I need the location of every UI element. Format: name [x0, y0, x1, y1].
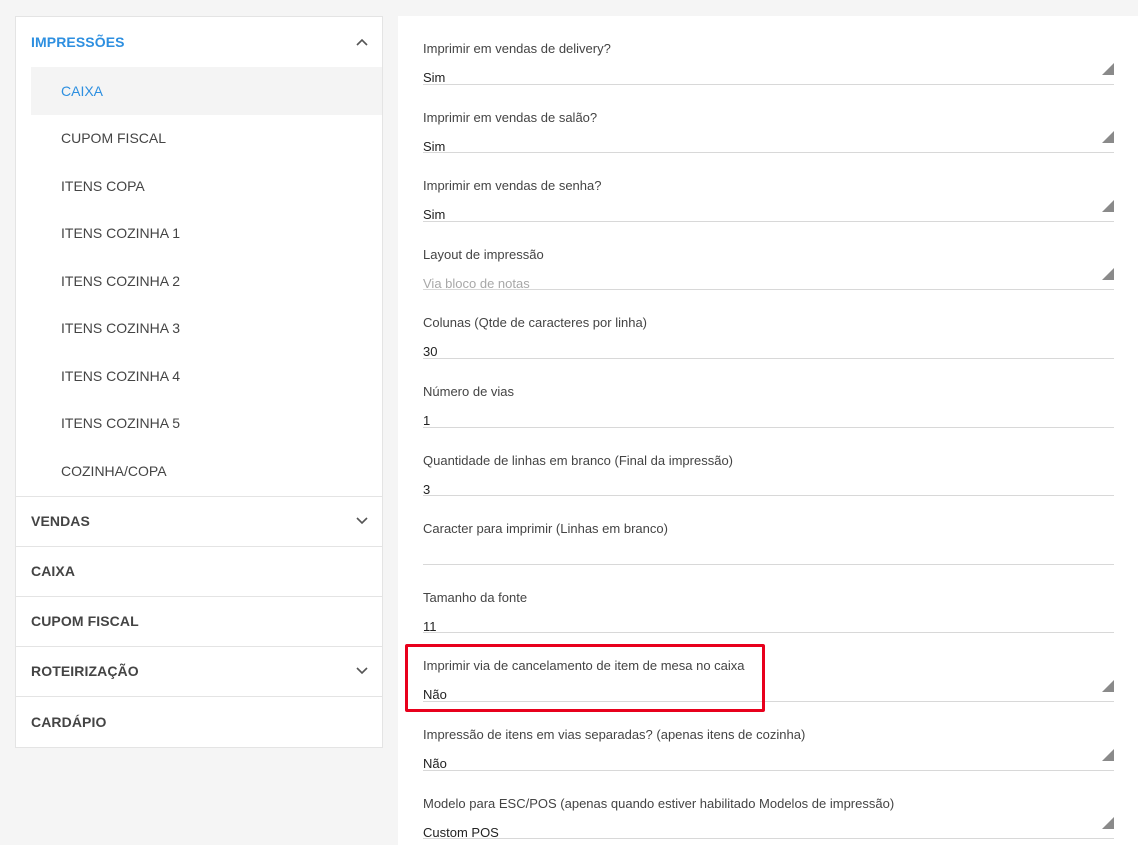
- section-cupom-fiscal-label: CUPOM FISCAL: [31, 613, 139, 629]
- settings-form-panel: Imprimir em vendas de delivery? Sim Impr…: [398, 16, 1138, 845]
- sidebar-item-itens-cozinha-1[interactable]: ITENS COZINHA 1: [31, 210, 382, 258]
- field-tamanho-fonte[interactable]: Tamanho da fonte 11: [423, 565, 1114, 634]
- sidebar-item-label: COZINHA/COPA: [61, 462, 167, 479]
- section-caixa[interactable]: CAIXA: [16, 547, 382, 597]
- field-label: Imprimir em vendas de delivery?: [423, 41, 611, 56]
- chevron-up-icon: [356, 36, 368, 48]
- input-value[interactable]: 30: [423, 344, 437, 359]
- field-linhas-branco[interactable]: Quantidade de linhas em branco (Final da…: [423, 428, 1114, 497]
- sidebar-item-label: CUPOM FISCAL: [61, 130, 167, 147]
- select-value[interactable]: Sim: [423, 139, 445, 154]
- field-label: Número de vias: [423, 384, 515, 399]
- dropdown-caret-icon[interactable]: [1102, 199, 1114, 212]
- section-caixa-label: CAIXA: [31, 563, 76, 579]
- sidebar-item-cupom-fiscal[interactable]: CUPOM FISCAL: [31, 115, 382, 163]
- dropdown-caret-icon[interactable]: [1102, 131, 1114, 144]
- field-caracter-imprimir[interactable]: Caracter para imprimir (Linhas em branco…: [423, 496, 1114, 565]
- input-value[interactable]: 11: [423, 619, 437, 634]
- field-senha[interactable]: Imprimir em vendas de senha? Sim: [423, 153, 1114, 222]
- field-numero-vias[interactable]: Número de vias 1: [423, 359, 1114, 428]
- sidebar-item-label: ITENS COPA: [61, 177, 145, 194]
- sidebar-item-itens-cozinha-2[interactable]: ITENS COZINHA 2: [31, 257, 382, 305]
- sidebar-item-itens-cozinha-4[interactable]: ITENS COZINHA 4: [31, 352, 382, 400]
- field-label: Colunas (Qtde de caracteres por linha): [423, 315, 648, 331]
- field-label: Modelo para ESC/POS (apenas quando estiv…: [423, 795, 895, 811]
- field-modelo-escpos[interactable]: Modelo para ESC/POS (apenas quando estiv…: [423, 771, 1114, 840]
- field-label: Quantidade de linhas em branco (Final da…: [423, 452, 734, 468]
- sidebar-item-itens-copa[interactable]: ITENS COPA: [31, 162, 382, 210]
- sidebar-item-label: CAIXA: [61, 82, 104, 99]
- dropdown-caret-icon[interactable]: [1102, 748, 1114, 761]
- field-label: Tamanho da fonte: [423, 589, 528, 605]
- section-vendas-label: VENDAS: [31, 513, 90, 529]
- field-label: Layout de impressão: [423, 246, 544, 262]
- field-layout-impressao[interactable]: Layout de impressão Via bloco de notas: [423, 222, 1114, 291]
- section-vendas[interactable]: VENDAS: [16, 497, 382, 547]
- field-label: Imprimir em vendas de salão?: [423, 109, 598, 125]
- dropdown-caret-icon[interactable]: [1102, 679, 1114, 692]
- highlight-box: [405, 644, 765, 712]
- sidebar-item-label: ITENS COZINHA 3: [61, 320, 181, 337]
- sidebar-item-itens-cozinha-3[interactable]: ITENS COZINHA 3: [31, 305, 382, 353]
- sidebar-item-label: ITENS COZINHA 5: [61, 415, 181, 432]
- field-salao[interactable]: Imprimir em vendas de salão? Sim: [423, 85, 1114, 154]
- field-delivery[interactable]: Imprimir em vendas de delivery? Sim: [423, 16, 1114, 85]
- section-impressoes-label: IMPRESSÕES: [31, 34, 125, 50]
- field-label: Impressão de itens em vias separadas? (a…: [423, 727, 806, 742]
- sidebar-item-label: ITENS COZINHA 1: [61, 225, 181, 242]
- sidebar-item-label: ITENS COZINHA 4: [61, 367, 181, 384]
- sidebar-item-cozinha-copa[interactable]: COZINHA/COPA: [31, 447, 382, 495]
- select-value[interactable]: Sim: [423, 207, 445, 222]
- field-label: Caracter para imprimir (Linhas em branco…: [423, 521, 668, 537]
- select-value[interactable]: Custom POS: [423, 825, 499, 840]
- section-roteirizacao-label: ROTEIRIZAÇÃO: [31, 663, 139, 679]
- field-colunas[interactable]: Colunas (Qtde de caracteres por linha) 3…: [423, 290, 1114, 359]
- dropdown-caret-icon[interactable]: [1102, 62, 1114, 75]
- section-roteirizacao[interactable]: ROTEIRIZAÇÃO: [16, 647, 382, 697]
- settings-sidebar: IMPRESSÕES CAIXA CUPOM FISCAL ITENS COPA…: [15, 16, 383, 748]
- select-value[interactable]: Não: [423, 756, 447, 771]
- input-value[interactable]: 1: [423, 413, 430, 428]
- sidebar-item-label: ITENS COZINHA 2: [61, 272, 181, 289]
- select-value[interactable]: Sim: [423, 70, 445, 85]
- input-value[interactable]: 3: [423, 482, 430, 497]
- impressoes-sublist: CAIXA CUPOM FISCAL ITENS COPA ITENS COZI…: [16, 67, 382, 497]
- chevron-down-icon: [356, 515, 368, 527]
- field-label: Imprimir em vendas de senha?: [423, 178, 602, 194]
- select-value[interactable]: Via bloco de notas: [423, 276, 530, 291]
- field-vias-separadas[interactable]: Impressão de itens em vias separadas? (a…: [423, 702, 1114, 771]
- dropdown-caret-icon[interactable]: [1102, 268, 1114, 281]
- chevron-down-icon: [356, 665, 368, 677]
- section-cardapio-label: CARDÁPIO: [31, 713, 107, 730]
- section-cupom-fiscal[interactable]: CUPOM FISCAL: [16, 597, 382, 647]
- section-impressoes[interactable]: IMPRESSÕES: [16, 17, 382, 67]
- sidebar-item-itens-cozinha-5[interactable]: ITENS COZINHA 5: [31, 400, 382, 448]
- section-cardapio[interactable]: CARDÁPIO: [16, 697, 382, 747]
- sidebar-item-caixa[interactable]: CAIXA: [31, 67, 382, 115]
- dropdown-caret-icon[interactable]: [1102, 817, 1114, 830]
